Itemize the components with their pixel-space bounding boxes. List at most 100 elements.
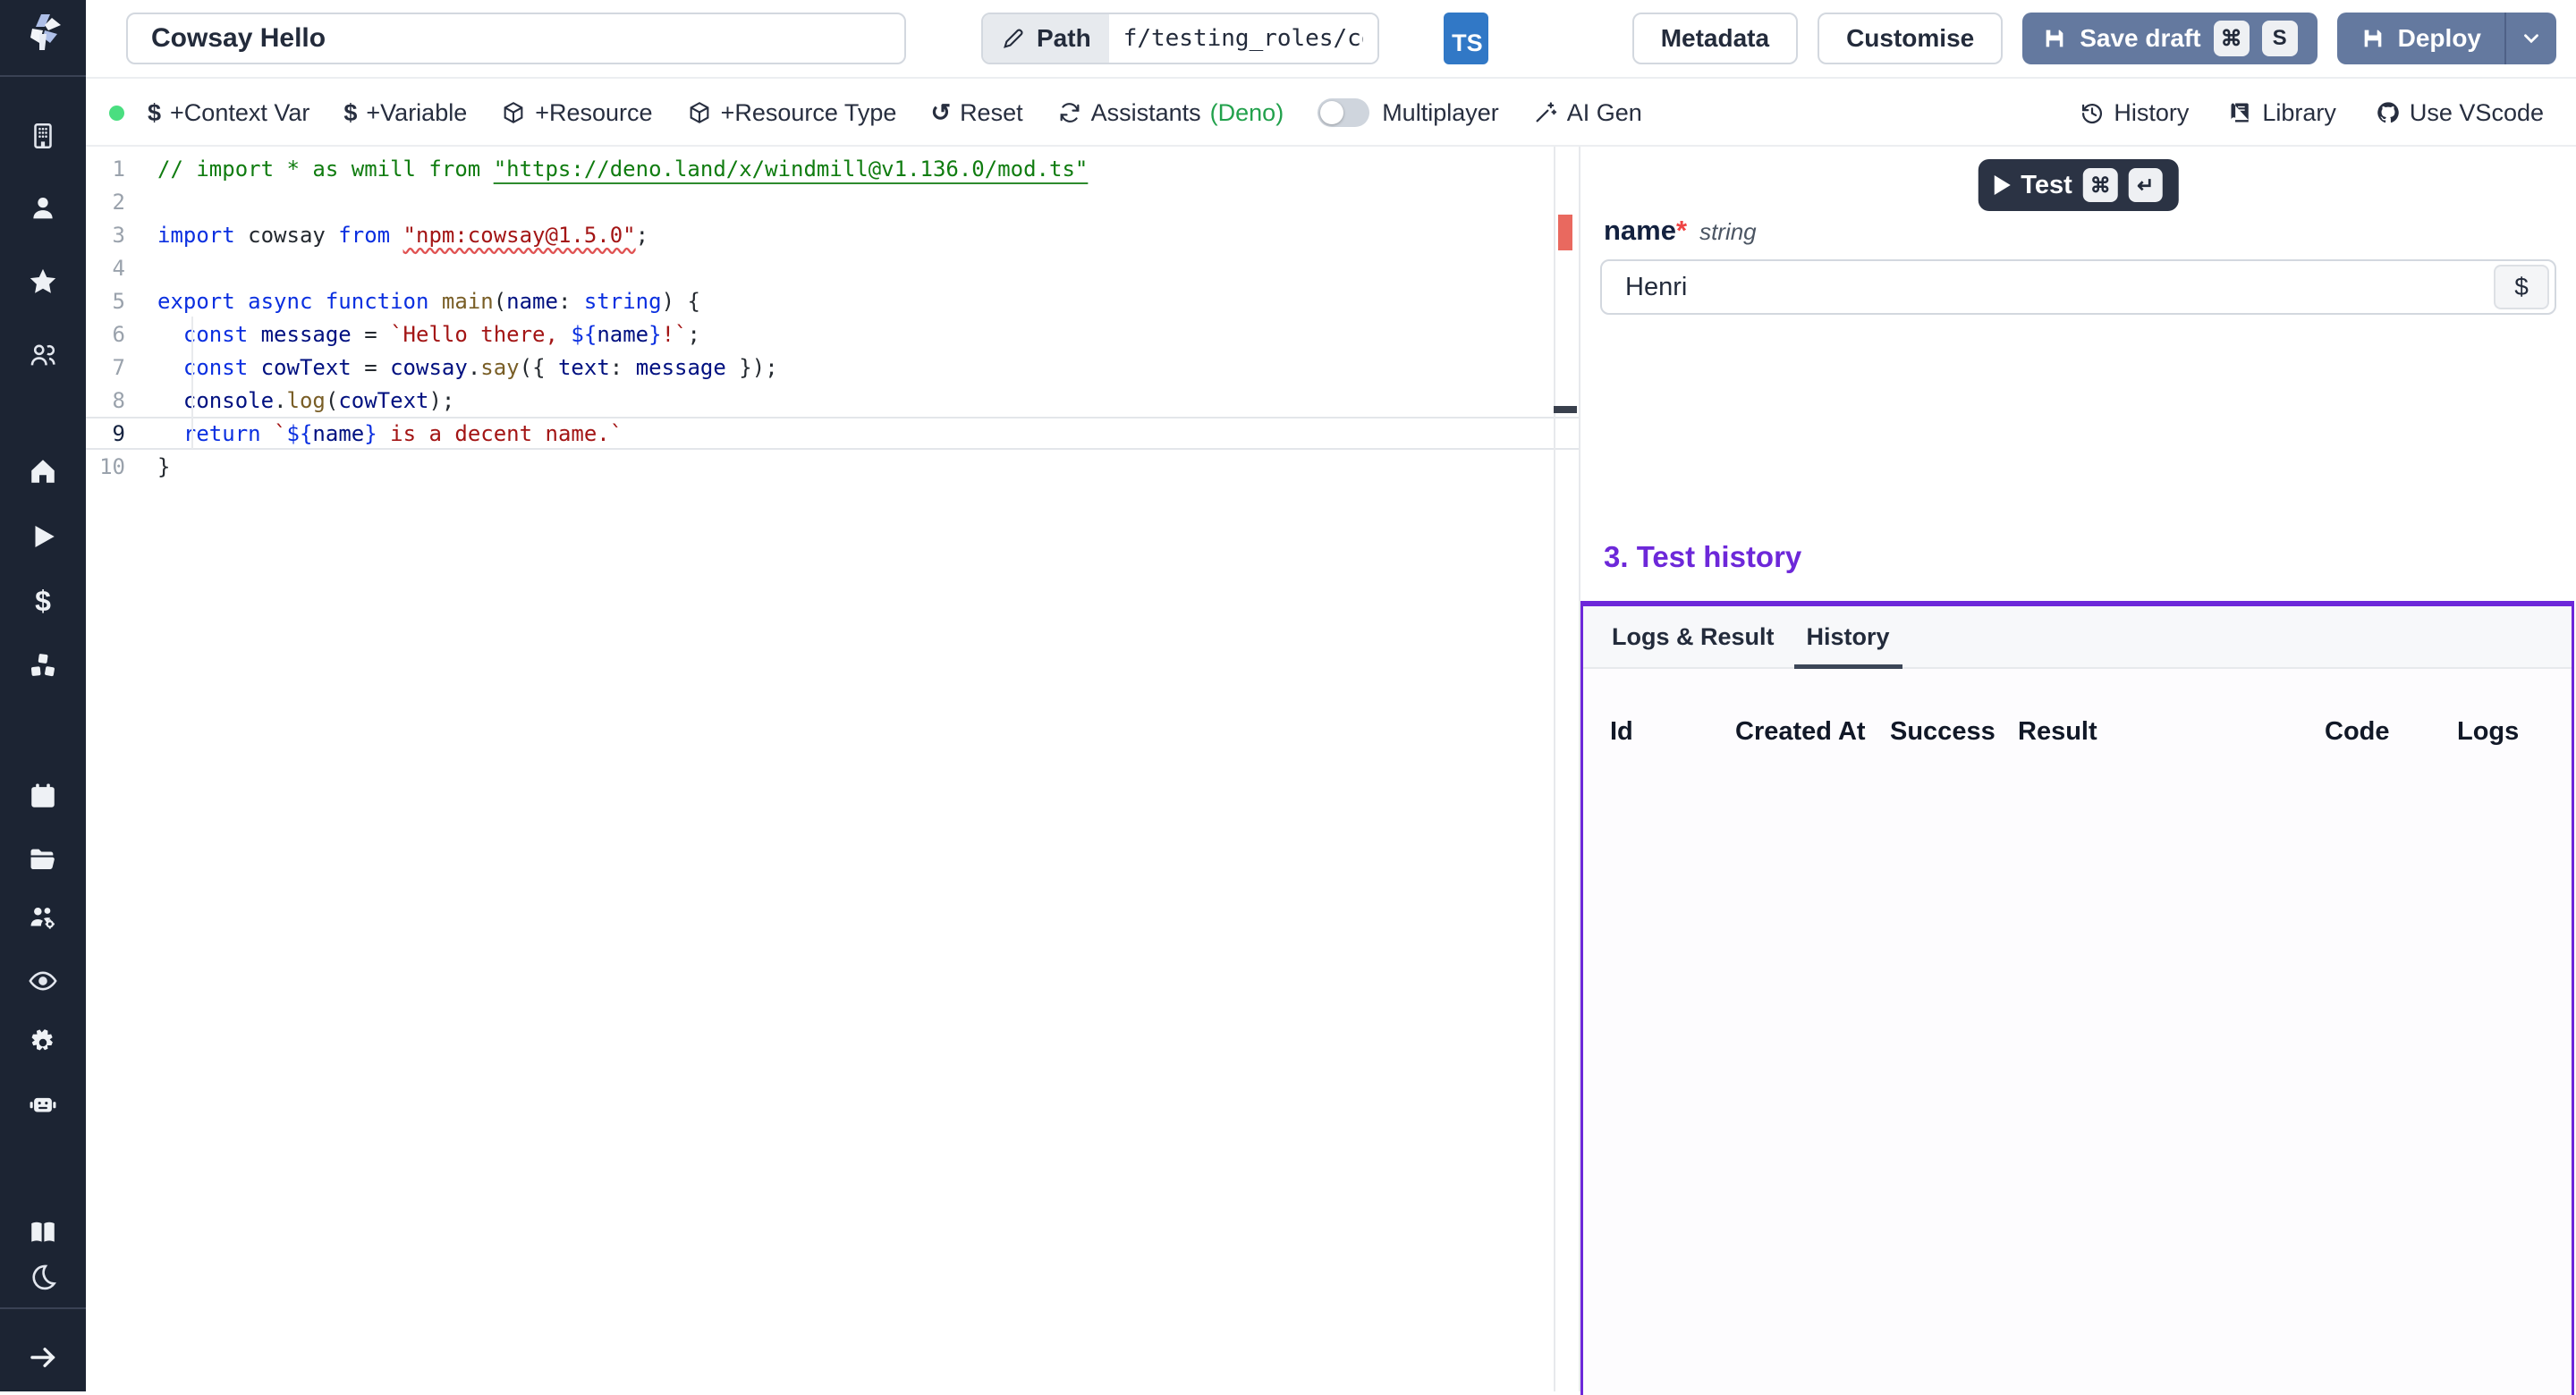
field-type: string	[1699, 218, 1757, 246]
name-field-input[interactable]	[1602, 273, 2494, 302]
path-edit-button[interactable]: Path	[983, 14, 1109, 63]
deploy-button[interactable]: Deploy	[2337, 13, 2504, 64]
settings-gear-icon[interactable]	[27, 1027, 59, 1059]
history-table: Id Created At Success Result Code Logs	[1583, 703, 2572, 760]
expand-sidebar-arrow-icon[interactable]	[27, 1341, 59, 1374]
windmill-logo-icon[interactable]	[21, 11, 64, 54]
topbar: Path TS Metadata Customise Save draft ⌘ …	[86, 0, 2576, 79]
pencil-icon	[1001, 26, 1026, 51]
reset-button[interactable]: ↺ Reset	[930, 99, 1022, 127]
shortcut-cmd-badge: ⌘	[2214, 21, 2250, 56]
ai-gen-button[interactable]: AI Gen	[1533, 99, 1642, 127]
cursor-line-marker	[1554, 406, 1577, 413]
line-number: 3	[86, 223, 157, 248]
user-icon[interactable]	[27, 192, 59, 224]
col-id: Id	[1610, 717, 1735, 747]
chevron-down-icon	[2520, 27, 2543, 50]
save-floppy-icon	[2360, 26, 2385, 51]
code-line[interactable]: 1// import * as wmill from "https://deno…	[86, 152, 1579, 185]
line-number: 4	[86, 256, 157, 281]
path-label: Path	[1037, 24, 1091, 53]
add-resource-type-button[interactable]: +Resource Type	[687, 99, 897, 127]
assistants-button[interactable]: Assistants (Deno)	[1057, 99, 1284, 127]
col-created-at: Created At	[1735, 717, 1890, 747]
deploy-dropdown-button[interactable]	[2504, 13, 2556, 64]
use-vscode-button[interactable]: Use VScode	[2376, 99, 2544, 127]
col-success: Success	[1890, 717, 2018, 747]
code-line[interactable]: 4	[86, 251, 1579, 284]
library-button[interactable]: Library	[2228, 99, 2336, 127]
variables-dollar-icon[interactable]: $	[27, 585, 59, 617]
sidebar-divider	[0, 75, 86, 77]
box-icon	[501, 100, 526, 125]
tab-logs-result[interactable]: Logs & Result	[1596, 606, 1791, 667]
col-result: Result	[2018, 717, 2325, 747]
code-lines: 1// import * as wmill from "https://deno…	[86, 152, 1579, 483]
history-button[interactable]: History	[2080, 99, 2189, 127]
code-line[interactable]: 8 console.log(cowText);	[86, 384, 1579, 417]
tab-history[interactable]: History	[1791, 606, 1906, 667]
field-name: name	[1604, 215, 1676, 246]
star-favorites-icon[interactable]	[27, 266, 59, 298]
code-line[interactable]: 6 const message = `Hello there, ${name}!…	[86, 317, 1579, 351]
line-number: 9	[86, 421, 157, 446]
docs-book-icon[interactable]	[27, 1216, 59, 1248]
code-line[interactable]: 7 const cowText = cowsay.say({ text: mes…	[86, 351, 1579, 384]
metadata-button[interactable]: Metadata	[1632, 13, 1798, 64]
add-context-var-button[interactable]: $ +Context Var	[148, 99, 309, 127]
code-line[interactable]: 5export async function main(name: string…	[86, 284, 1579, 317]
required-marker: *	[1676, 215, 1687, 246]
green-status-dot	[109, 106, 124, 121]
insert-variable-button[interactable]: $	[2494, 265, 2549, 309]
rotate-ccw-icon: ↺	[930, 99, 951, 127]
shortcut-enter-badge: ↵	[2129, 168, 2163, 202]
dark-mode-moon-icon[interactable]	[27, 1261, 59, 1293]
add-variable-button[interactable]: $ +Variable	[343, 99, 467, 127]
github-octocat-icon	[2376, 100, 2401, 125]
indent-guide	[191, 317, 193, 449]
right-panel: Test ⌘ ↵ name* string $ 3. Test history …	[1579, 147, 2576, 1391]
multiplayer-toggle[interactable]	[1318, 98, 1369, 127]
path-value-input[interactable]	[1109, 14, 1377, 63]
script-title-input[interactable]	[126, 13, 906, 64]
workspace-building-icon[interactable]	[27, 120, 59, 152]
code-line[interactable]: 2	[86, 185, 1579, 218]
code-editor[interactable]: 1// import * as wmill from "https://deno…	[86, 147, 1579, 1391]
line-number: 8	[86, 388, 157, 413]
line-number: 6	[86, 322, 157, 347]
multiplayer-label[interactable]: Multiplayer	[1382, 99, 1499, 127]
home-icon[interactable]	[27, 455, 59, 487]
line-number: 1	[86, 156, 157, 182]
runs-play-icon[interactable]	[27, 520, 59, 553]
library-book-icon	[2228, 100, 2253, 125]
groups-admin-icon[interactable]	[27, 902, 59, 934]
code-line[interactable]: 9 return `${name} is a decent name.`	[86, 417, 1579, 450]
col-code: Code	[2325, 717, 2457, 747]
toggle-knob	[1320, 101, 1343, 124]
resources-cubes-icon[interactable]	[27, 650, 59, 682]
history-tabbar: Logs & Result History	[1583, 606, 2572, 669]
user-group-icon[interactable]	[27, 339, 59, 371]
save-floppy-icon	[2042, 26, 2067, 51]
workers-robot-icon[interactable]	[27, 1088, 59, 1120]
deploy-button-group: Deploy	[2337, 13, 2556, 64]
deploy-label: Deploy	[2398, 24, 2481, 53]
audit-eye-icon[interactable]	[27, 965, 59, 997]
folders-icon[interactable]	[27, 842, 59, 875]
shortcut-cmd-badge: ⌘	[2083, 168, 2118, 202]
customise-button[interactable]: Customise	[1818, 13, 2003, 64]
shortcut-s-badge: S	[2262, 21, 2298, 56]
code-line[interactable]: 10}	[86, 450, 1579, 483]
name-field-wrap: $	[1600, 259, 2556, 315]
code-line[interactable]: 3import cowsay from "npm:cowsay@1.5.0";	[86, 218, 1579, 251]
schedules-calendar-icon[interactable]	[27, 780, 59, 812]
wand-sparkles-icon	[1533, 100, 1558, 125]
history-table-header: Id Created At Success Result Code Logs	[1610, 703, 2545, 760]
assistants-lang-label: (Deno)	[1210, 99, 1284, 127]
test-button[interactable]: Test ⌘ ↵	[1978, 159, 2178, 211]
history-clock-icon	[2080, 100, 2105, 125]
add-resource-button[interactable]: +Resource	[501, 99, 652, 127]
save-draft-label: Save draft	[2080, 24, 2200, 53]
sidebar-divider	[0, 1307, 86, 1309]
save-draft-button[interactable]: Save draft ⌘ S	[2022, 13, 2317, 64]
